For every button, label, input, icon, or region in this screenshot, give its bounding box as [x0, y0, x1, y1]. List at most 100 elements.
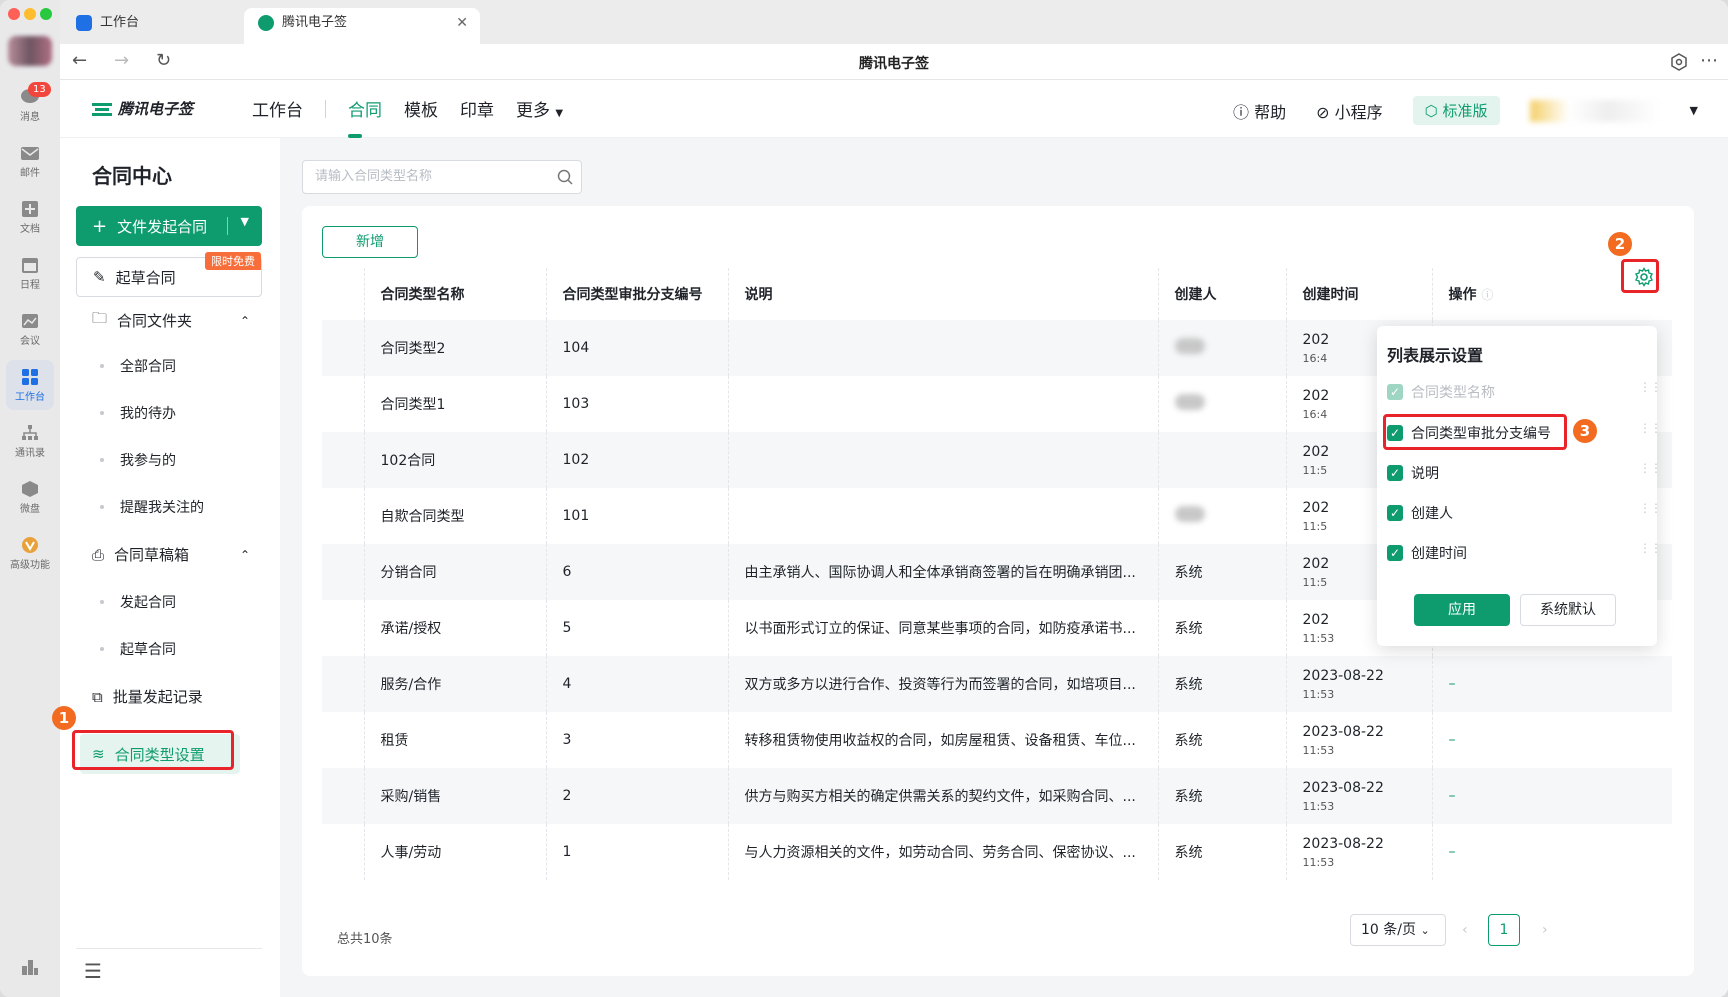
dock-item-drive[interactable]: 微盘 — [0, 480, 60, 515]
column-option-creator[interactable]: ✓ 创建人 — [1387, 502, 1453, 524]
workbench-grid-icon — [22, 369, 38, 385]
brand-logo[interactable]: 腾讯电子签 — [92, 98, 193, 119]
column-option-created-time[interactable]: ✓ 创建时间 — [1387, 542, 1467, 564]
created-date: 2023-08-22 — [1302, 723, 1384, 740]
initiate-contract-button[interactable]: + 文件发起合同 ▼ — [76, 206, 262, 246]
page-title: 腾讯电子签 — [859, 56, 929, 72]
collapse-sidebar-icon[interactable]: ☰ — [84, 959, 102, 983]
inbox-icon: ⎙ — [92, 545, 105, 564]
cell-created-time: 2023-08-22 11:53 — [1285, 824, 1432, 880]
creator-avatar — [1174, 394, 1205, 410]
nav-templates[interactable]: 模板 — [404, 96, 438, 121]
nav-contracts[interactable]: 合同 — [348, 96, 382, 121]
chevron-up-icon[interactable]: ⌃ — [240, 548, 250, 562]
sidebar-item-batch-record[interactable]: ⧉ 批量发起记录 — [92, 686, 203, 707]
edition-badge[interactable]: ⬡ 标准版 — [1412, 96, 1500, 125]
maximize-window-button[interactable] — [40, 8, 52, 20]
draft-group-label: 合同草稿箱 — [114, 546, 190, 564]
popover-title: 列表展示设置 — [1387, 346, 1484, 365]
select-cell — [322, 488, 364, 544]
current-page-button[interactable]: 1 — [1488, 914, 1520, 946]
add-contract-type-button[interactable]: 新增 — [322, 226, 418, 258]
search-input[interactable]: 请输入合同类型名称 — [302, 160, 582, 194]
close-tab-icon[interactable]: ✕ — [456, 8, 468, 38]
cell-actions: – — [1431, 768, 1672, 824]
dock-item-advanced[interactable]: 高级功能 — [0, 536, 60, 571]
column-option-description[interactable]: ✓ 说明 — [1387, 462, 1439, 484]
user-avatar[interactable] — [8, 36, 52, 66]
select-cell — [322, 544, 364, 600]
drag-handle-icon[interactable]: ⋮⋮ — [1639, 381, 1662, 393]
search-icon[interactable] — [557, 169, 573, 185]
tab-tencent-esign[interactable]: 腾讯电子签 ✕ — [244, 8, 480, 44]
reset-default-button[interactable]: 系统默认 — [1520, 594, 1616, 626]
left-dock: 13 消息 邮件 文档 日程 会议 工作台 通讯录 微盘 高级功能 — [0, 0, 60, 997]
column-display-settings-popover: 列表展示设置 ✓ 合同类型名称 ⋮⋮ ✓ 合同类型审批分支编号 ⋮⋮ ✓ 说明 … — [1377, 326, 1662, 646]
drag-handle-icon[interactable]: ⋮⋮ — [1639, 422, 1662, 434]
page-size-select[interactable]: 10 条/页 ⌄ — [1350, 914, 1446, 946]
nav-more[interactable]: 更多 ▼ — [516, 96, 563, 121]
drag-handle-icon[interactable]: ⋮⋮ — [1639, 542, 1662, 554]
cell-description: 由主承销人、国际协调人和全体承销商签署的旨在明确承销团... — [727, 544, 1158, 600]
cell-created-time: 2023-08-22 11:53 — [1285, 768, 1432, 824]
dock-item-contacts[interactable]: 通讯录 — [0, 424, 60, 459]
chevron-up-icon[interactable]: ⌃ — [240, 314, 250, 328]
dock-item-mail[interactable]: 邮件 — [0, 144, 60, 179]
nav-workbench[interactable]: 工作台 — [252, 96, 303, 121]
document-icon — [22, 201, 38, 217]
checkbox-checked-icon[interactable]: ✓ — [1387, 545, 1403, 561]
table-row[interactable]: 服务/合作 4 双方或多方以进行合作、投资等行为而签署的合同，如培项目... 系统 20… — [322, 656, 1672, 712]
drag-handle-icon[interactable]: ⋮⋮ — [1639, 502, 1662, 514]
info-icon[interactable]: ⓘ — [1481, 288, 1493, 302]
column-header-description: 说明 — [727, 268, 1158, 320]
creator-avatar — [1174, 338, 1205, 354]
draft-contract-button[interactable]: ✎ 起草合同 限时免费 — [76, 252, 262, 297]
minimize-window-button[interactable] — [24, 8, 36, 20]
bullet — [100, 505, 104, 509]
tab-workbench[interactable]: 工作台 — [62, 8, 242, 44]
dock-item-messages[interactable]: 13 消息 — [0, 82, 60, 123]
close-window-button[interactable] — [8, 8, 20, 20]
table-row[interactable]: 采购/销售 2 供方与购买方相关的确定供需关系的契约文件，如采购合同、... 系统 20… — [322, 768, 1672, 824]
contacts-icon — [22, 425, 38, 440]
drag-handle-icon[interactable]: ⋮⋮ — [1639, 462, 1662, 474]
draft-group[interactable]: ⎙ 合同草稿箱 ⌃ — [92, 544, 250, 565]
next-page-icon[interactable]: › — [1542, 914, 1548, 946]
cell-code: 102 — [545, 432, 728, 488]
item-label: 发起合同 — [120, 595, 176, 611]
dropdown-caret-icon[interactable]: ▼ — [241, 215, 249, 228]
checkbox-checked-icon[interactable]: ✓ — [1387, 505, 1403, 521]
dock-item-docs[interactable]: 文档 — [0, 200, 60, 235]
apply-button[interactable]: 应用 — [1414, 594, 1510, 626]
checkbox-checked-icon[interactable]: ✓ — [1387, 465, 1403, 481]
bullet — [100, 600, 104, 604]
help-link[interactable]: ⓘ 帮助 — [1233, 99, 1286, 123]
more-menu-icon[interactable]: ⋯ — [1700, 50, 1718, 71]
bullet — [100, 647, 104, 651]
table-row[interactable]: 租赁 3 转移租赁物使用收益权的合同，如房屋租赁、设备租赁、车位... 系统 2023-… — [322, 712, 1672, 768]
stats-icon[interactable] — [20, 958, 40, 976]
select-cell — [322, 600, 364, 656]
extension-hexagon-icon[interactable] — [1670, 53, 1688, 71]
select-cell — [322, 376, 364, 432]
free-tag: 限时免费 — [205, 252, 261, 270]
select-cell — [322, 712, 364, 768]
calendar-icon — [22, 258, 38, 273]
account-caret-icon[interactable]: ▼ — [1690, 104, 1698, 117]
table-row[interactable]: 人事/劳动 1 与人力资源相关的文件，如劳动合同、劳务合同、保密协议、... 系统 20… — [322, 824, 1672, 880]
account-info[interactable] — [1529, 99, 1660, 122]
draft-label: 起草合同 — [115, 268, 176, 287]
dock-item-workbench[interactable]: 工作台 — [0, 368, 60, 403]
miniprogram-link[interactable]: ⊘ 小程序 — [1316, 99, 1383, 123]
nav-seals[interactable]: 印章 — [460, 96, 494, 121]
cell-created-time: 2023-08-22 11:53 — [1285, 656, 1432, 712]
dock-item-calendar[interactable]: 日程 — [0, 256, 60, 291]
item-label: 我参与的 — [120, 453, 176, 469]
cell-name: 人事/劳动 — [363, 824, 546, 880]
cell-code: 104 — [545, 320, 728, 376]
folder-group[interactable]: 🗀 合同文件夹 ⌃ — [92, 308, 250, 333]
prev-page-icon[interactable]: ‹ — [1462, 914, 1468, 946]
cell-name: 合同类型2 — [363, 320, 546, 376]
cell-name: 合同类型1 — [363, 376, 546, 432]
dock-item-meeting[interactable]: 会议 — [0, 312, 60, 347]
